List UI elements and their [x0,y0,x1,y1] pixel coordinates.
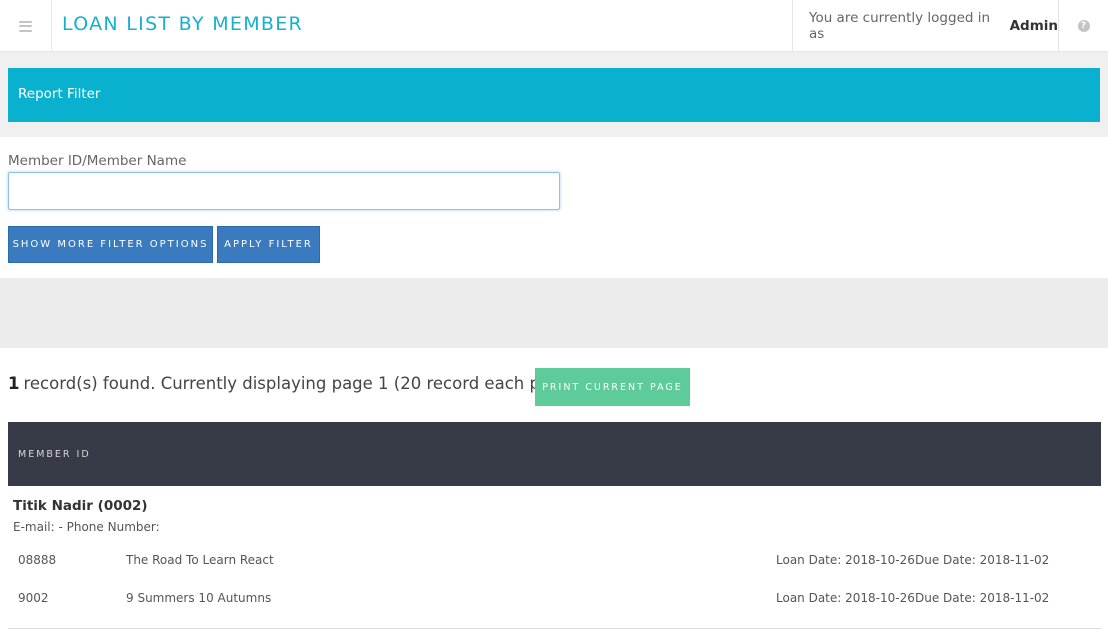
table-bottom-divider [8,628,1101,629]
question-circle-icon: ? [1077,20,1090,32]
member-search-input[interactable] [8,172,560,210]
loan-item-code: 9002 [18,591,49,605]
page-title: LOAN LIST BY MEMBER [62,13,304,35]
member-contact: E-mail: - Phone Number: [13,520,160,534]
login-info: You are currently logged in as Admin [792,0,1059,52]
loan-date: Loan Date: 2018-10-26 [776,553,915,567]
due-date: Due Date: 2018-11-02 [915,591,1050,605]
login-username: Admin [1009,18,1058,34]
result-summary-text: record(s) found. Currently displaying pa… [23,374,578,393]
table-header-member-id: MEMBER ID [8,422,1101,486]
loan-item-title: 9 Summers 10 Autumns [126,591,272,605]
loan-item-code: 08888 [18,553,57,567]
record-count: 1 [8,374,20,393]
login-prefix: You are currently logged in as [809,10,991,42]
loan-row: 9002 9 Summers 10 Autumns Loan Date: 201… [8,591,1101,621]
loan-item-title: The Road To Learn React [126,553,274,567]
loan-row: 08888 The Road To Learn React Loan Date:… [8,553,1101,583]
show-more-filter-options-button[interactable]: SHOW MORE FILTER OPTIONS [8,226,213,263]
top-bar: LOAN LIST BY MEMBER You are currently lo… [0,0,1108,52]
help-button[interactable]: ? [1059,0,1108,52]
report-filter-heading: Report Filter [8,68,1100,122]
print-current-page-button[interactable]: PRINT CURRENT PAGE [535,368,690,406]
hamburger-menu-icon [19,20,32,32]
member-name: Titik Nadir (0002) [13,498,148,514]
apply-filter-button[interactable]: APPLY FILTER [217,226,320,263]
result-summary: 1 record(s) found. Currently displaying p… [8,374,577,393]
menu-toggle-button[interactable] [0,0,52,52]
loan-date: Loan Date: 2018-10-26 [776,591,915,605]
member-field-label: Member ID/Member Name [8,153,187,169]
due-date: Due Date: 2018-11-02 [915,553,1050,567]
separator-band [0,278,1108,348]
